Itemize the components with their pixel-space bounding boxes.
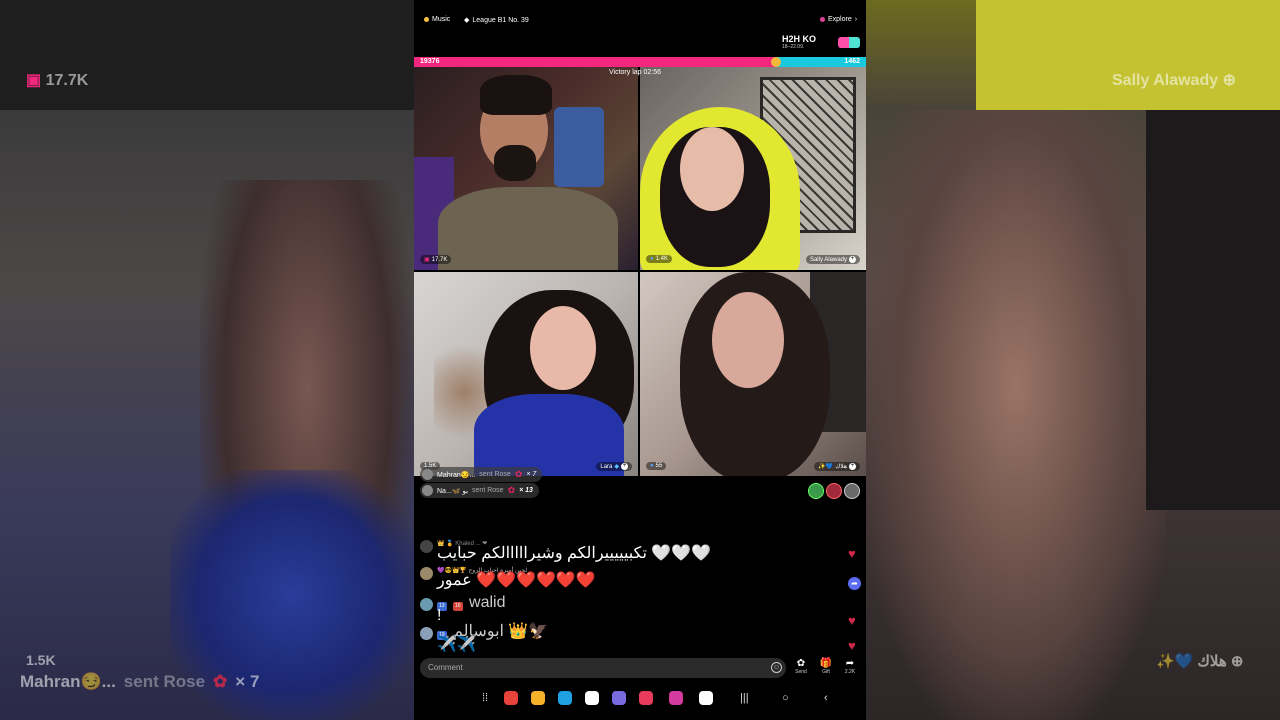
- background-gift-row: Mahran😏... sent Rose ✿ × 7: [20, 672, 260, 691]
- gift-button[interactable]: 🎁 Gift: [816, 658, 836, 675]
- avatar: [826, 483, 842, 499]
- video-tile-host[interactable]: ▣ 17.7K: [414, 67, 638, 270]
- gift-notification: Mahran😏... sent Rose ✿ × 7: [420, 467, 543, 482]
- victory-timer: Victory lap 02:56: [609, 69, 662, 76]
- avatar: [420, 540, 433, 553]
- app-icon-files[interactable]: [531, 691, 545, 705]
- follow-plus-icon: +: [621, 463, 628, 470]
- avatar: [420, 627, 433, 640]
- explore-chip[interactable]: Explore ›: [820, 16, 857, 23]
- app-icon-camera[interactable]: [639, 691, 653, 705]
- video-tile-lara[interactable]: 1.5K Lara ◆ +: [414, 272, 638, 476]
- follow-plus-icon: +: [849, 256, 856, 263]
- app-icon-flower[interactable]: [669, 691, 683, 705]
- background-left-blur: ▣ 17.7K 1.5K Mahran😏... sent Rose ✿ × 7: [0, 0, 414, 720]
- heart-icon: ♥: [848, 546, 856, 561]
- top-bar: Music ◆ League B1 No. 39 Explore ›: [414, 12, 866, 30]
- rose-icon: ✿: [514, 469, 523, 479]
- comment-item: 13 16 walid !: [420, 595, 506, 624]
- gift-icon: 🎁: [819, 658, 833, 669]
- hlak-name-badge[interactable]: ✨💙 هلاك +: [814, 462, 860, 471]
- follow-plus-icon: +: [849, 463, 856, 470]
- background-count: ▣ 17.7K: [26, 72, 89, 89]
- app-icon-messages[interactable]: [585, 691, 599, 705]
- host-viewer-badge: ▣ 17.7K: [420, 255, 452, 264]
- lara-name-badge[interactable]: Lara ◆ +: [596, 462, 632, 471]
- comment-item: 💜😎👑🏆 لجين أميرة احباب الزوج عمور ❤️❤️❤️❤…: [420, 567, 596, 589]
- right-score: 1462: [844, 58, 860, 65]
- battle-box-icon[interactable]: [838, 37, 860, 48]
- comment-item: 19 ابوسالم 👑🦅 ✈️✈️: [420, 624, 548, 653]
- avatar: [808, 483, 824, 499]
- heart-icon: ♥: [848, 613, 856, 628]
- gift-notification: Na...🦋 بو sent Rose ✿ × 13: [420, 483, 539, 498]
- music-chip[interactable]: Music: [424, 16, 450, 23]
- avatar: [422, 469, 433, 480]
- avatar: [420, 598, 433, 611]
- share-icon: ➦: [845, 658, 855, 669]
- league-chip[interactable]: ◆ League B1 No. 39: [464, 16, 529, 25]
- sally-viewer-badge: ● 1.4K: [646, 255, 672, 263]
- recents-button-icon[interactable]: |||: [740, 692, 749, 704]
- system-nav-bar: ⁞⁞ ||| ○ ‹: [414, 684, 866, 712]
- explore-dot-icon: [820, 17, 825, 22]
- avatar: [420, 567, 433, 580]
- avatar: [844, 483, 860, 499]
- app-icon-chat[interactable]: [612, 691, 626, 705]
- video-tile-hlak[interactable]: ● 55 ✨💙 هلاك +: [640, 272, 866, 476]
- emoji-icon[interactable]: ☺: [771, 662, 782, 673]
- background-right-blur: Sally Alawady ⊕ ✨💙 هلاك ⊕: [866, 0, 1280, 720]
- battle-mode[interactable]: H2H KO 18–22.09.: [782, 34, 816, 50]
- video-tile-sally[interactable]: ● 1.4K Sally Alawady +: [640, 67, 866, 270]
- app-icon-youtube[interactable]: [699, 691, 713, 705]
- smile-icon: [770, 57, 781, 67]
- share-arrow-icon[interactable]: ➦: [848, 577, 861, 590]
- chevron-right-icon: ›: [854, 16, 858, 23]
- hlak-viewer-badge: ● 55: [646, 462, 667, 470]
- heart-icon: ♥: [848, 638, 856, 653]
- background-tag: ✨💙 هلاك ⊕: [1156, 653, 1244, 670]
- battle-score-bar: 19376 1462: [414, 57, 866, 67]
- app-icon-calendar[interactable]: [558, 691, 572, 705]
- camera-icon: ▣: [424, 257, 430, 263]
- send-rose-button[interactable]: ✿ Send: [791, 658, 811, 675]
- rose-icon: ✿: [507, 485, 516, 495]
- diamond-icon: ◆: [464, 17, 470, 24]
- back-button-icon[interactable]: ‹: [824, 692, 828, 704]
- home-button-icon[interactable]: ○: [782, 692, 789, 704]
- live-stream-view: Music ◆ League B1 No. 39 Explore › H2H K…: [414, 0, 866, 720]
- share-button[interactable]: ➦ 2.2K: [840, 658, 860, 675]
- left-score: 19376: [420, 58, 440, 65]
- avatar: [422, 485, 433, 496]
- comment-input[interactable]: Comment ☺: [420, 658, 786, 678]
- background-badge: 1.5K: [26, 652, 56, 668]
- music-dot-icon: [424, 17, 429, 22]
- send-rose-icon: ✿: [796, 658, 806, 669]
- top-viewers[interactable]: [808, 483, 860, 499]
- background-name: Sally Alawady ⊕: [1112, 72, 1236, 89]
- app-drawer-icon[interactable]: ⁞⁞: [482, 692, 488, 704]
- comment-item: 👑 🏅 Khaled ... ❤ تكبيييييرالكم وشيرااااا…: [420, 540, 711, 562]
- sally-name-badge[interactable]: Sally Alawady +: [805, 255, 860, 264]
- app-icon-flipboard[interactable]: [504, 691, 518, 705]
